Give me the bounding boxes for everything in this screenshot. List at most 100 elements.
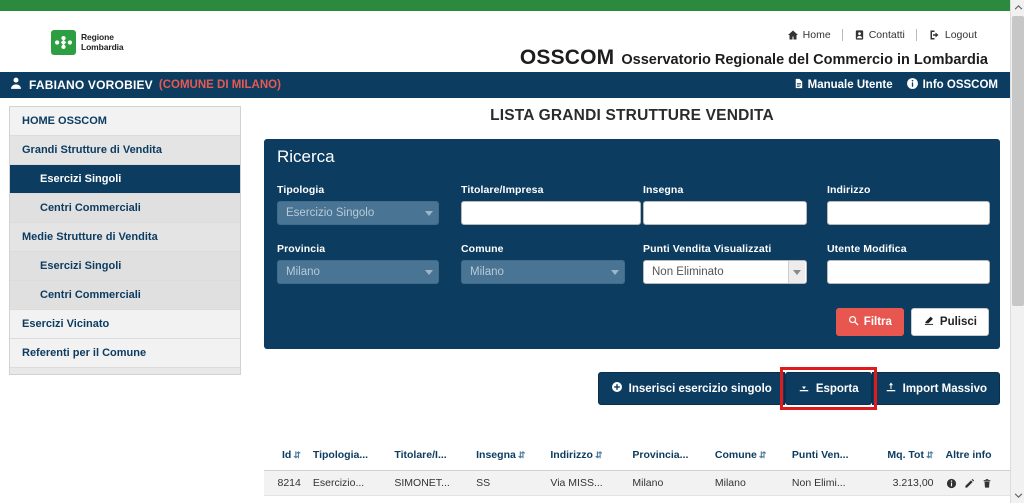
sidebar-item-grandi-centri-commerciali[interactable]: Centri Commerciali	[10, 194, 240, 223]
app-name: OSSCOM	[519, 46, 615, 69]
table-row[interactable]: 8198 Esercizio... BIFELOTE MEDIAM V.LE C…	[264, 495, 1010, 503]
top-link-logout[interactable]: Logout	[915, 29, 988, 41]
select-punti-vendita[interactable]: Non Eliminato	[643, 260, 807, 284]
sort-icon: ⇵	[758, 450, 767, 460]
col-titolare-label: Titolare/I...	[394, 449, 447, 461]
select-tipologia[interactable]: Esercizio Singolo	[277, 201, 439, 225]
plus-circle-icon	[611, 381, 623, 396]
user-name: FABIANO VOROBIEV	[29, 78, 153, 92]
field-utente-modifica: Utente Modifica	[827, 243, 990, 284]
col-indirizzo[interactable]: Indirizzo ⇵	[544, 443, 627, 471]
contacts-icon	[854, 29, 865, 41]
sidebar-item-grandi-strutture[interactable]: Grandi Strutture di Vendita	[10, 136, 240, 165]
info-osscom-label: Info OSSCOM	[922, 79, 998, 91]
sidebar-item-home-osscom[interactable]: HOME OSSCOM	[10, 107, 240, 136]
info-icon[interactable]	[946, 478, 957, 489]
brand-line-2: Lombardia	[81, 41, 124, 52]
cell-provincia: Mil...	[626, 495, 709, 503]
col-tipologia-label: Tipologia...	[312, 449, 369, 461]
col-indirizzo-label: Indirizzo	[550, 449, 593, 461]
sidebar-item-medie-centri-commerciali[interactable]: Centri Commerciali	[10, 281, 240, 310]
app-title-block: OSSCOM Osservatorio Regionale del Commer…	[520, 46, 988, 70]
user-bar-links: Manuale Utente Info OSSCOM	[793, 72, 998, 98]
sidebar-label-8: Referenti per il Comune	[22, 347, 147, 359]
info-osscom-link[interactable]: Info OSSCOM	[906, 77, 998, 93]
table-row[interactable]: 8214 Esercizio... SIMONET... SS Via MISS…	[264, 470, 1010, 496]
info-icon	[906, 77, 919, 93]
col-id-label: Id	[281, 449, 292, 461]
vertical-scrollbar[interactable]	[1010, 0, 1024, 503]
col-id[interactable]: Id ⇵	[264, 443, 307, 471]
chevron-down-icon	[420, 202, 437, 224]
select-punti-vendita-value: Non Eliminato	[652, 266, 724, 278]
col-tipologia[interactable]: Tipologia...	[306, 443, 389, 471]
chevron-down-icon[interactable]	[1011, 488, 1024, 503]
pulisci-button[interactable]: Pulisci	[910, 308, 989, 336]
col-mq-tot[interactable]: Mq. Tot ⇵	[869, 443, 940, 471]
sidebar-item-referenti-comune[interactable]: Referenti per il Comune	[10, 339, 240, 368]
label-titolare: Titolare/Impresa	[461, 184, 544, 196]
select-comune-value: Milano	[470, 266, 504, 278]
regione-lombardia-logo-icon	[51, 30, 76, 55]
label-tipologia: Tipologia	[277, 184, 325, 196]
input-insegna[interactable]	[643, 201, 807, 225]
label-comune: Comune	[461, 243, 504, 255]
edit-icon[interactable]	[964, 478, 975, 489]
sidebar-item-grandi-esercizi-singoli[interactable]: Esercizi Singoli	[10, 165, 240, 194]
chevron-up-icon[interactable]	[1011, 0, 1024, 15]
sidebar-label-6: Centri Commerciali	[40, 289, 141, 301]
user-bar: FABIANO VOROBIEV (COMUNE DI MILANO) Manu…	[0, 72, 1010, 98]
cell-punti-vendita: Non Elimi...	[785, 470, 870, 496]
input-titolare[interactable]	[461, 201, 641, 225]
inserisci-esercizio-singolo-button[interactable]: Inserisci esercizio singolo	[597, 372, 785, 405]
col-altre-info: Altre info	[939, 443, 1010, 471]
col-insegna[interactable]: Insegna ⇵	[470, 443, 545, 471]
field-insegna: Insegna	[643, 184, 807, 225]
search-panel-title: Ricerca	[277, 147, 335, 166]
esporta-button[interactable]: Esporta	[784, 372, 872, 405]
sidebar-item-medie-strutture[interactable]: Medie Strutture di Vendita	[10, 223, 240, 252]
brand-text: Regione Lombardia	[81, 32, 124, 52]
cell-punti-vendita: Non Elimi...	[785, 495, 870, 503]
user-icon	[9, 76, 23, 95]
top-link-contatti-label: Contatti	[868, 29, 905, 41]
sidebar-item-esercizi-vicinato[interactable]: Esercizi Vicinato	[10, 310, 240, 339]
cell-insegna: SS	[470, 470, 545, 496]
user-info: FABIANO VOROBIEV (COMUNE DI MILANO)	[9, 72, 281, 98]
filtra-button[interactable]: Filtra	[835, 308, 904, 336]
eraser-icon	[923, 315, 935, 329]
select-provincia[interactable]: Milano	[277, 260, 439, 284]
input-indirizzo[interactable]	[827, 201, 990, 225]
sidebar-item-medie-esercizi-singoli[interactable]: Esercizi Singoli	[10, 252, 240, 281]
esporta-highlight-box: Esporta	[779, 367, 877, 410]
manuale-utente-link[interactable]: Manuale Utente	[793, 77, 893, 93]
scroll-thumb[interactable]	[1012, 16, 1024, 306]
input-utente-modifica[interactable]	[827, 260, 990, 284]
logout-icon	[928, 29, 941, 41]
top-link-home[interactable]: Home	[776, 29, 842, 41]
app-window: Regione Lombardia Home Contatti Logout O…	[0, 0, 1024, 503]
cell-tipologia: Esercizio...	[306, 495, 389, 503]
top-link-contatti[interactable]: Contatti	[841, 29, 916, 41]
select-comune[interactable]: Milano	[461, 260, 625, 284]
col-insegna-label: Insegna	[476, 449, 516, 461]
col-mq-tot-label: Mq. Tot	[887, 449, 924, 461]
sort-icon: ⇵	[293, 450, 301, 460]
top-link-logout-label: Logout	[944, 29, 977, 41]
user-organization: (COMUNE DI MILANO)	[158, 79, 281, 91]
app-subtitle: Osservatorio Regionale del Commercio in …	[621, 52, 988, 68]
col-comune[interactable]: Comune ⇵	[708, 443, 786, 471]
cell-id: 8198	[264, 495, 307, 503]
cell-insegna: MEDIAM	[470, 495, 545, 503]
col-punti-vendita[interactable]: Punti Ven...	[785, 443, 870, 471]
select-provincia-value: Milano	[286, 266, 320, 278]
search-icon	[848, 315, 859, 329]
col-provincia[interactable]: Provincia...	[626, 443, 709, 471]
import-massivo-button[interactable]: Import Massivo	[871, 372, 1000, 405]
cell-titolare: SIMONET...	[388, 470, 471, 496]
delete-icon[interactable]	[982, 478, 992, 489]
sort-icon: ⇵	[517, 450, 526, 460]
col-titolare[interactable]: Titolare/I...	[388, 443, 471, 471]
top-green-strip	[0, 0, 1010, 11]
cell-mq-tot: 3.213,00	[869, 470, 940, 496]
